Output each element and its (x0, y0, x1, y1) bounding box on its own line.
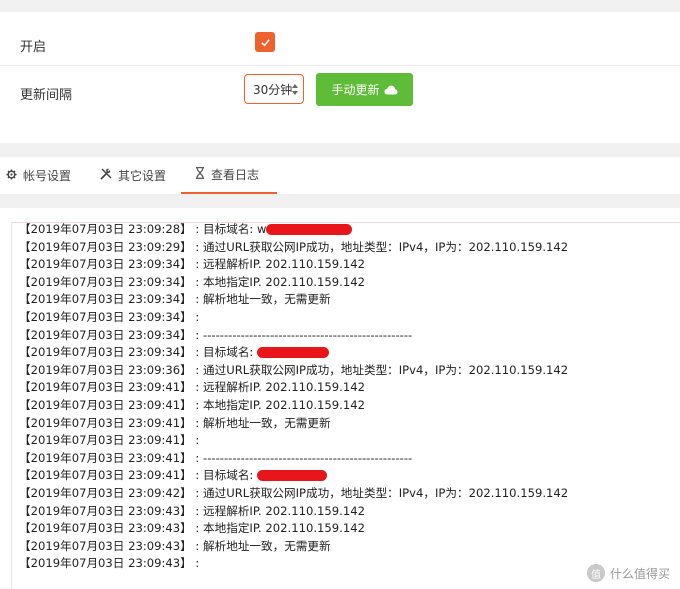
log-timestamp: 【2019年07月03日 23:09:43】 (19, 521, 192, 536)
log-timestamp: 【2019年07月03日 23:09:41】 (19, 380, 192, 395)
log-message: 解析地址一致，无需更新 (203, 292, 331, 307)
cloud-icon (384, 85, 397, 94)
log-timestamp: 【2019年07月03日 23:09:41】 (19, 468, 192, 483)
log-message: ----------------------------------------… (203, 327, 413, 342)
log-line: 【2019年07月03日 23:09:41】 : 本地指定IP. 202.110… (19, 398, 365, 412)
log-timestamp: 【2019年07月03日 23:09:42】 (19, 486, 192, 500)
log-line: 【2019年07月03日 23:09:34】 : 远程解析IP. 202.110… (19, 257, 365, 272)
log-line: 【2019年07月03日 23:09:41】 : 目标域名: (19, 467, 327, 483)
log-timestamp: 【2019年07月03日 23:09:43】 (19, 556, 192, 571)
tab-view-log[interactable]: 查看日志 (181, 157, 277, 194)
log-line: 【2019年07月03日 23:09:34】 : 目标域名: (19, 344, 329, 360)
select-arrows-icon (292, 84, 298, 95)
redaction-mark (257, 347, 329, 359)
tab-bar: 帐号设置 其它设置 查看日志 (0, 157, 680, 195)
log-line: 【2019年07月03日 23:09:34】 : 本地指定IP. 202.110… (19, 274, 365, 289)
log-line: 【2019年07月03日 23:09:43】 : 本地指定IP. 202.110… (19, 521, 365, 536)
log-timestamp: 【2019年07月03日 23:09:34】 (19, 292, 192, 307)
log-line: 【2019年07月03日 23:09:41】 : 解析地址一致，无需更新 (19, 415, 331, 430)
log-line: 【2019年07月03日 23:09:43】 : 解析地址一致，无需更新 (19, 538, 331, 553)
log-message: ----------------------------------------… (203, 450, 413, 465)
log-line: 【2019年07月03日 23:09:28】 : 目标域名: w (19, 221, 353, 237)
log-message: 目标域名: (203, 345, 257, 360)
log-timestamp: 【2019年07月03日 23:09:34】 (19, 257, 192, 272)
redaction-mark (257, 470, 327, 482)
log-message: 远程解析IP. 202.110.159.142 (203, 380, 365, 395)
log-line: 【2019年07月03日 23:09:42】 : 通过URL获取公网IP成功，地… (19, 486, 569, 500)
log-message: 通过URL获取公网IP成功，地址类型：IPv4，IP为：202.110.159.… (203, 362, 569, 377)
tools-icon (100, 168, 112, 183)
watermark-logo: 值 (586, 564, 605, 582)
log-line: 【2019年07月03日 23:09:41】 : 远程解析IP. 202.110… (19, 380, 365, 395)
log-line: 【2019年07月03日 23:09:36】 : 通过URL获取公网IP成功，地… (19, 362, 569, 377)
log-timestamp: 【2019年07月03日 23:09:29】 (19, 239, 192, 254)
log-timestamp: 【2019年07月03日 23:09:34】 (19, 274, 192, 289)
log-line: 【2019年07月03日 23:09:34】 : 解析地址一致，无需更新 (19, 292, 331, 307)
log-message: 远程解析IP. 202.110.159.142 (203, 257, 365, 272)
watermark-text: 什么值得买 (609, 566, 670, 581)
redaction-mark (266, 224, 353, 235)
manual-update-label: 手动更新 (331, 83, 380, 97)
enable-checkbox[interactable] (255, 32, 275, 52)
tab-account-settings[interactable]: 帐号设置 (6, 157, 71, 194)
log-message: 本地指定IP. 202.110.159.142 (203, 521, 365, 536)
manual-update-button[interactable]: 手动更新 (316, 73, 413, 106)
log-message: 解析地址一致，无需更新 (203, 415, 331, 430)
log-line: 【2019年07月03日 23:09:34】 : (19, 310, 204, 324)
log-timestamp: 【2019年07月03日 23:09:34】 (19, 345, 192, 360)
log-timestamp: 【2019年07月03日 23:09:41】 (19, 415, 192, 430)
watermark: 值 什么值得买 (586, 564, 670, 582)
log-line: 【2019年07月03日 23:09:41】 : ---------------… (19, 450, 413, 465)
row-divider (0, 65, 680, 66)
log-message: 通过URL获取公网IP成功，地址类型：IPv4，IP为：202.110.159.… (203, 239, 569, 254)
log-message: 目标域名: (203, 468, 257, 483)
tab-label: 查看日志 (211, 168, 260, 182)
log-timestamp: 【2019年07月03日 23:09:41】 (19, 433, 192, 448)
log-timestamp: 【2019年07月03日 23:09:36】 (19, 362, 192, 377)
log-message: 目标域名: w (203, 222, 267, 236)
log-line: 【2019年07月03日 23:09:43】 : (19, 556, 204, 571)
log-message: 本地指定IP. 202.110.159.142 (203, 274, 365, 289)
log-line: 【2019年07月03日 23:09:34】 : ---------------… (19, 327, 413, 342)
log-timestamp: 【2019年07月03日 23:09:34】 (19, 327, 192, 342)
log-message: 解析地址一致，无需更新 (203, 538, 331, 553)
log-line: 【2019年07月03日 23:09:43】 : 远程解析IP. 202.110… (19, 503, 365, 518)
log-message: 通过URL获取公网IP成功，地址类型：IPv4，IP为：202.110.159.… (203, 486, 569, 500)
section-gap (0, 143, 680, 157)
interval-select[interactable]: 30分钟 (244, 74, 304, 104)
log-timestamp: 【2019年07月03日 23:09:28】 (19, 222, 192, 236)
hourglass-icon (195, 167, 205, 182)
log-message: 本地指定IP. 202.110.159.142 (203, 398, 365, 412)
interval-value: 30分钟 (253, 82, 293, 97)
check-icon (260, 38, 270, 46)
log-timestamp: 【2019年07月03日 23:09:41】 (19, 398, 192, 412)
log-timestamp: 【2019年07月03日 23:09:34】 (19, 310, 192, 324)
section-gap (0, 194, 680, 208)
log-line: 【2019年07月03日 23:09:29】 : 通过URL获取公网IP成功，地… (19, 239, 569, 254)
log-line: 【2019年07月03日 23:09:41】 : (19, 433, 204, 448)
tab-label: 帐号设置 (23, 169, 72, 183)
log-timestamp: 【2019年07月03日 23:09:41】 (19, 450, 192, 465)
top-spacer (0, 0, 680, 12)
log-timestamp: 【2019年07月03日 23:09:43】 (19, 503, 192, 518)
interval-label: 更新间隔 (20, 88, 73, 103)
enable-label: 开启 (20, 40, 47, 55)
log-message: 远程解析IP. 202.110.159.142 (203, 503, 365, 518)
log-timestamp: 【2019年07月03日 23:09:43】 (19, 538, 192, 553)
settings-panel: 开启 更新间隔 30分钟 手动更新 (0, 12, 680, 143)
gear-icon (6, 168, 17, 183)
tab-other-settings[interactable]: 其它设置 (100, 157, 166, 194)
tab-label: 其它设置 (118, 169, 167, 183)
